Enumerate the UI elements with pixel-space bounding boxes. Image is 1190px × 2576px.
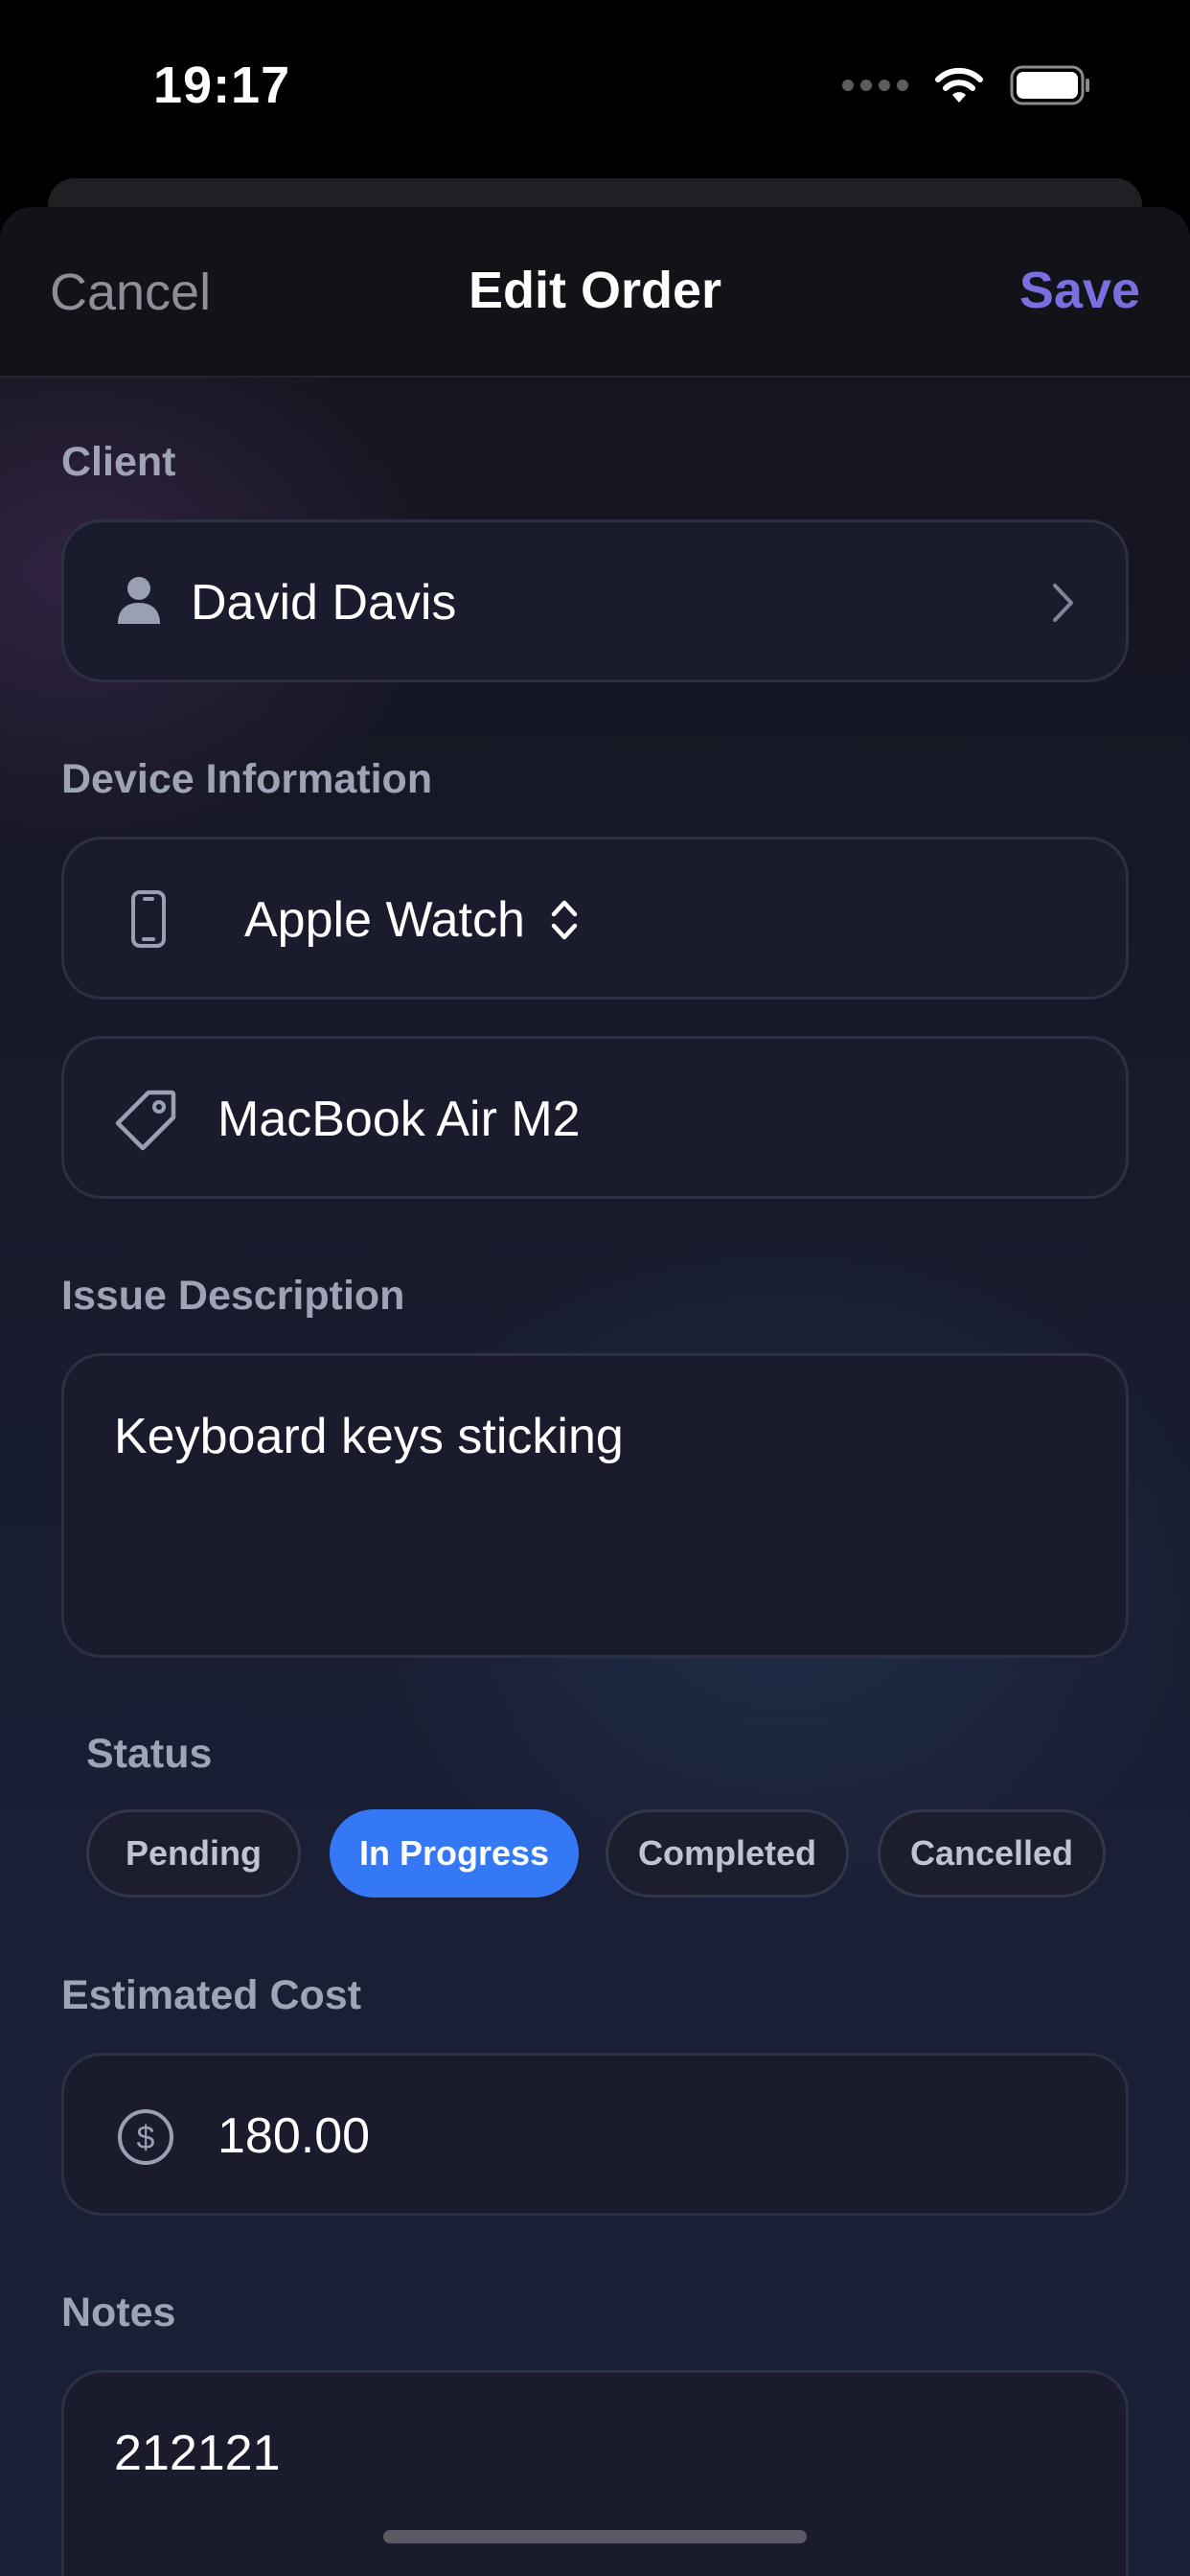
issue-description-textarea[interactable]: Keyboard keys sticking (61, 1353, 1129, 1658)
status-chip-pending[interactable]: Pending (86, 1809, 301, 1898)
device-type-picker[interactable]: Apple Watch (61, 837, 1129, 1000)
edit-order-sheet: Cancel Edit Order Save Client David Davi… (0, 207, 1190, 2576)
svg-text:$: $ (137, 2120, 155, 2156)
up-down-chevron-icon (551, 900, 578, 940)
estimated-cost-value: 180.00 (217, 2108, 371, 2164)
status-indicators (842, 65, 1090, 105)
save-button[interactable]: Save (1019, 261, 1140, 320)
device-section-label: Device Information (61, 756, 433, 802)
status-section-label: Status (86, 1731, 213, 1777)
status-chip-completed[interactable]: Completed (606, 1809, 849, 1898)
notes-textarea[interactable]: 212121 (61, 2370, 1129, 2576)
wifi-icon (935, 67, 983, 103)
person-icon (118, 577, 160, 624)
home-indicator (383, 2530, 807, 2543)
page-title: Edit Order (468, 262, 722, 319)
device-type-value: Apple Watch (244, 892, 525, 948)
navigation-bar: Cancel Edit Order Save (0, 207, 1190, 378)
signal-icon (842, 80, 908, 91)
status-chip-cancelled[interactable]: Cancelled (878, 1809, 1106, 1898)
client-section-label: Client (61, 439, 176, 485)
issue-section-label: Issue Description (61, 1273, 405, 1319)
client-selector[interactable]: David Davis (61, 519, 1129, 682)
status-time: 19:17 (153, 57, 291, 114)
device-model-input[interactable]: MacBook Air M2 (61, 1036, 1129, 1199)
client-name: David Davis (191, 575, 457, 631)
cost-section-label: Estimated Cost (61, 1972, 362, 2018)
notes-text: 212121 (114, 2426, 281, 2481)
dollar-circle-icon: $ (118, 2109, 173, 2165)
tag-icon (115, 1090, 176, 1151)
phone-icon (131, 890, 166, 948)
estimated-cost-input[interactable]: $ 180.00 (61, 2053, 1129, 2216)
status-bar: 19:17 (0, 0, 1190, 178)
issue-description-text: Keyboard keys sticking (114, 1409, 624, 1464)
screen: 19:17 Cancel Edit Order Save Client Davi… (0, 0, 1190, 2576)
notes-section-label: Notes (61, 2289, 176, 2335)
battery-icon (1010, 65, 1089, 105)
device-model-value: MacBook Air M2 (217, 1092, 581, 1147)
chevron-right-icon (1053, 584, 1073, 622)
status-chip-in-progress[interactable]: In Progress (330, 1809, 579, 1898)
